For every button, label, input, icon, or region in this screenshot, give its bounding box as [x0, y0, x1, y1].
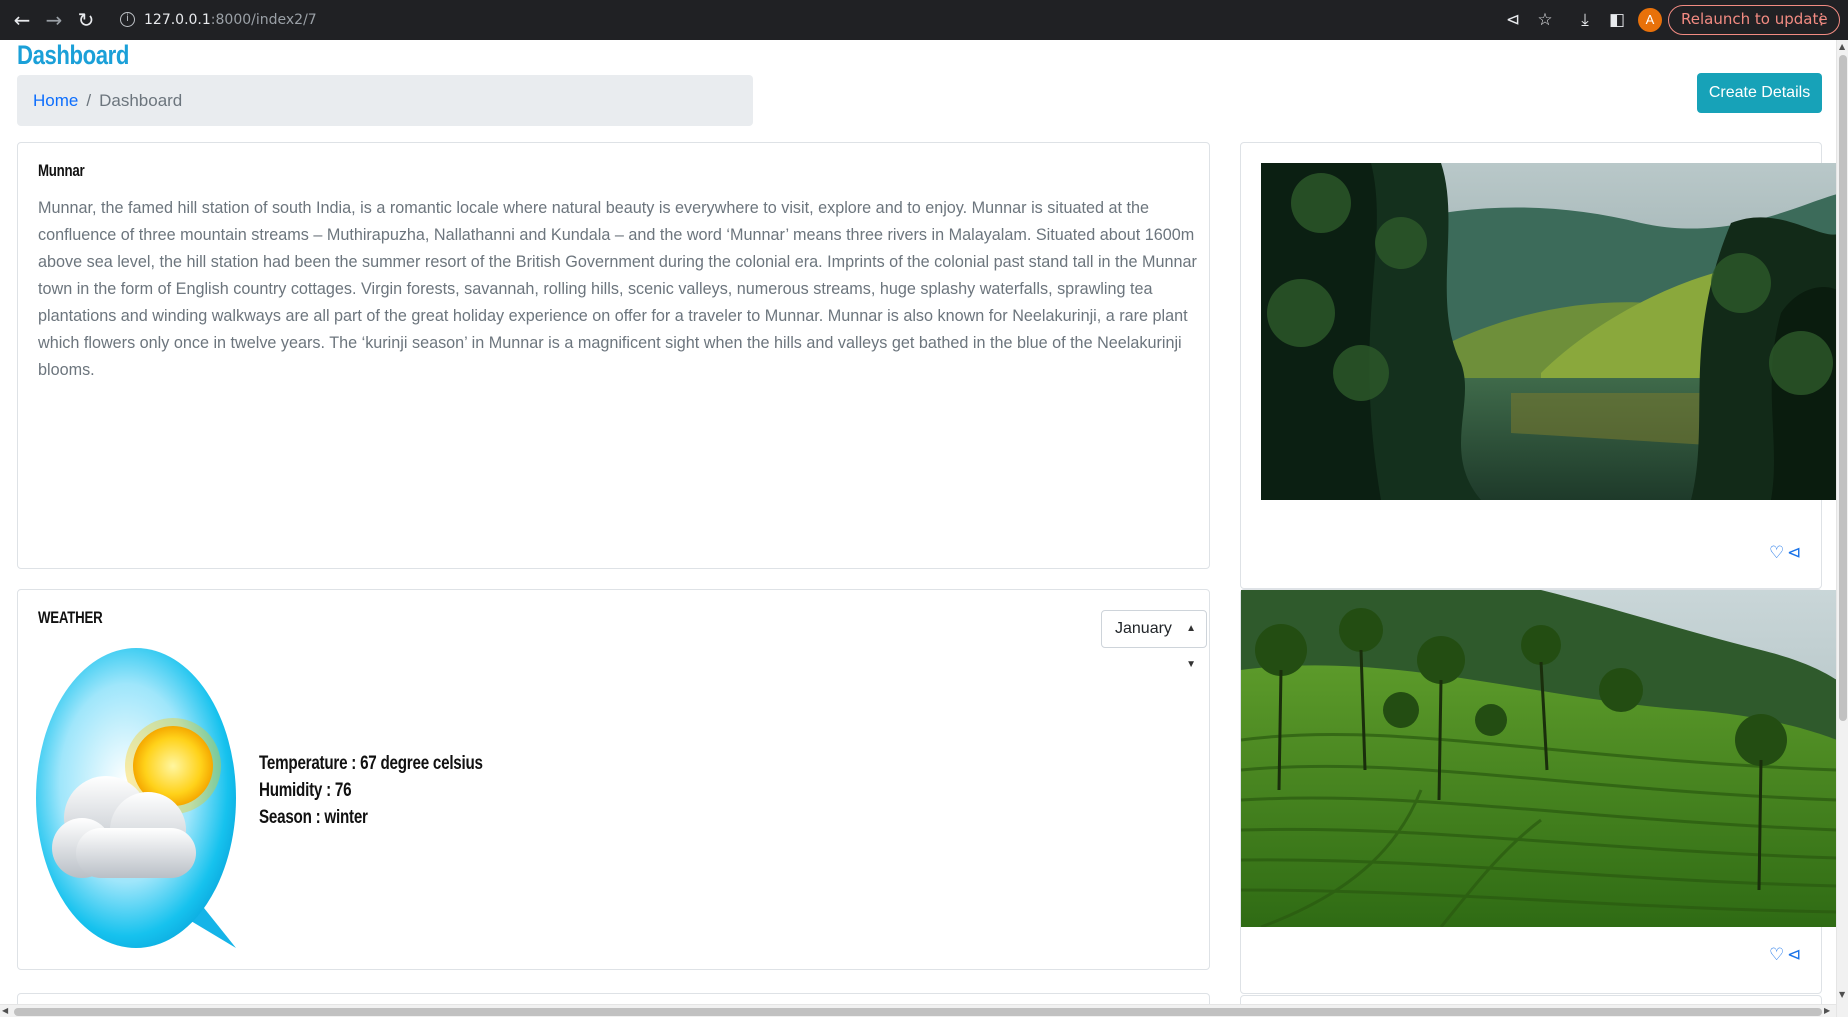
- url-path: :8000/index2/7: [210, 12, 317, 28]
- tea-plantation-photo: [1241, 590, 1837, 927]
- description-card: Munnar Munnar, the famed hill station of…: [17, 142, 1210, 569]
- horizontal-scrollbar[interactable]: ◀ ▶: [0, 1004, 1836, 1017]
- bookmark-star-icon[interactable]: ☆: [1532, 7, 1558, 33]
- temperature-text: Temperature : 67 degree celsius: [259, 753, 483, 774]
- more-menu-icon: ⋮: [1814, 10, 1829, 28]
- breadcrumb-current: Dashboard: [99, 91, 183, 110]
- like-heart-icon-2[interactable]: ♡: [1769, 945, 1784, 965]
- share-icon-1[interactable]: ⊲: [1787, 543, 1801, 563]
- image-card-1: ♡ ⊲: [1240, 142, 1841, 589]
- humidity-text: Humidity : 76: [259, 780, 352, 801]
- tea-plantation-image: [1241, 590, 1837, 927]
- weather-cloud-sun-icon: [36, 648, 236, 948]
- breadcrumb: Home / Dashboard: [17, 75, 753, 126]
- breadcrumb-home-link[interactable]: Home: [33, 91, 78, 110]
- scroll-right-arrow-icon[interactable]: ▶: [1824, 1006, 1830, 1015]
- download-icon[interactable]: ⤓: [1572, 7, 1598, 33]
- weather-title: WEATHER: [38, 608, 103, 627]
- share-icon[interactable]: ⊲: [1500, 7, 1526, 33]
- image-card-2: ♡ ⊲: [1240, 589, 1837, 994]
- address-bar[interactable]: 127.0.0.1:8000/index2/7: [112, 5, 1492, 35]
- vertical-scroll-thumb[interactable]: [1839, 55, 1847, 721]
- place-name: Munnar: [38, 161, 85, 180]
- side-panel-icon[interactable]: ◧: [1604, 7, 1630, 33]
- page-title: Dashboard: [17, 40, 129, 70]
- browser-toolbar: ← → ↻ i 127.0.0.1:8000/index2/7 ⊲ ☆ ⤓ ◧ …: [0, 0, 1848, 40]
- vertical-scrollbar[interactable]: ▲ ▼: [1836, 40, 1848, 1017]
- place-description: Munnar, the famed hill station of south …: [38, 199, 1197, 379]
- reload-icon[interactable]: ↻: [72, 6, 100, 34]
- season-text: Season : winter: [259, 807, 368, 828]
- weather-card: WEATHER January ▲ ▼ Temperature: 67 deg…: [17, 589, 1210, 970]
- back-arrow-icon[interactable]: ←: [8, 6, 36, 34]
- scroll-down-arrow-icon[interactable]: ▼: [1839, 990, 1845, 999]
- select-caret-icon: ▲ ▼: [1186, 623, 1196, 670]
- relaunch-label: Relaunch to update: [1681, 10, 1828, 28]
- relaunch-button[interactable]: Relaunch to update ⋮: [1668, 5, 1840, 35]
- month-select-value: January: [1115, 620, 1172, 637]
- scroll-left-arrow-icon[interactable]: ◀: [2, 1006, 8, 1015]
- like-heart-icon[interactable]: ♡: [1769, 543, 1784, 563]
- month-select[interactable]: January ▲ ▼: [1101, 610, 1207, 670]
- profile-avatar[interactable]: A: [1638, 8, 1662, 32]
- create-details-button[interactable]: Create Details: [1697, 73, 1822, 113]
- breadcrumb-separator: /: [86, 91, 92, 110]
- url-host: 127.0.0.1: [144, 12, 211, 28]
- lake-forest-image: [1261, 163, 1841, 500]
- scroll-up-arrow-icon[interactable]: ▲: [1839, 42, 1845, 51]
- forward-arrow-icon[interactable]: →: [40, 6, 68, 34]
- weather-info: Temperature : 67 degree celsius Humidity…: [259, 750, 483, 831]
- lake-photo: [1261, 163, 1841, 500]
- horizontal-scroll-thumb[interactable]: [14, 1008, 1822, 1016]
- share-icon-2[interactable]: ⊲: [1787, 945, 1801, 965]
